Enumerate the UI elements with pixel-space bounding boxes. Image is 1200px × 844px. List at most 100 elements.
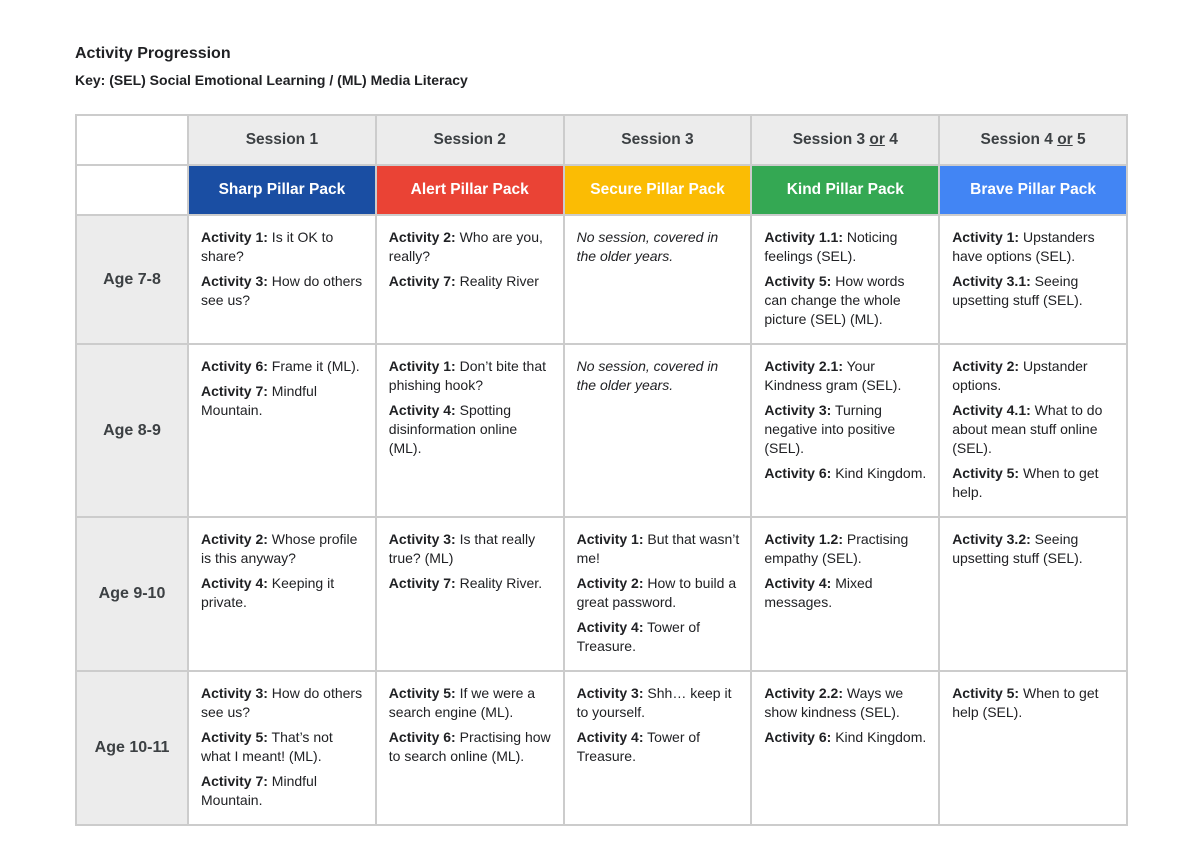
no-session-note: No session, covered in the older years. — [576, 358, 719, 393]
activity-cell: No session, covered in the older years. — [562, 343, 753, 518]
activity-item: Activity 2: How to build a great passwor… — [577, 574, 741, 612]
activity-title: Reality River. — [455, 575, 543, 591]
activity-number: Activity 2: — [952, 358, 1020, 374]
activity-number: Activity 7: — [388, 575, 456, 591]
activity-cell: Activity 6: Frame it (ML). Activity 7: Mi… — [187, 343, 377, 518]
activity-number: Activity 3: — [201, 685, 268, 701]
activity-item: Activity 5: When to get help (SEL). — [952, 684, 1116, 722]
pack-secure: Secure Pillar Pack — [562, 164, 753, 216]
activity-cell: Activity 3: How do others see us? Activit… — [187, 670, 377, 826]
activity-number: Activity 5: — [764, 273, 832, 289]
activity-number: Activity 6: — [764, 465, 832, 481]
age-label: Age 10-11 — [75, 670, 189, 826]
activity-cell: Activity 1.1: Noticing feelings (SEL). Ac… — [750, 214, 941, 345]
corner-cell — [75, 114, 189, 166]
activity-number: Activity 3: — [576, 685, 644, 701]
activity-cell: Activity 1: But that wasn’t me! Activity … — [562, 516, 753, 672]
activity-number: Activity 4: — [201, 575, 268, 591]
activity-cell: Activity 3: Is that really true? (ML) Act… — [374, 516, 565, 672]
activity-item: Activity 3.2: Seeing upsetting stuff (SE… — [952, 530, 1116, 568]
activity-cell: Activity 1.2: Practising empathy (SEL). A… — [750, 516, 941, 672]
activity-item: Activity 5: If we were a search engine (… — [389, 684, 553, 722]
legend-key: Key: (SEL) Social Emotional Learning / (… — [75, 72, 468, 88]
age-label: Age 7-8 — [75, 214, 189, 345]
activity-item: Activity 7: Reality River — [389, 272, 553, 291]
activity-item: Activity 6: Kind Kingdom. — [764, 728, 928, 747]
activity-item: Activity 1: Is it OK to share? — [201, 228, 365, 266]
session-header: Session 3 or 4 — [750, 114, 941, 166]
age-row: Age 8-9 Activity 6: Frame it (ML). Activit… — [75, 343, 1128, 518]
activity-number: Activity 6: — [764, 729, 832, 745]
activity-item: Activity 7: Mindful Mountain. — [201, 382, 365, 420]
pack-kind: Kind Pillar Pack — [750, 164, 941, 216]
activity-cell: No session, covered in the older years. — [562, 214, 753, 345]
activity-number: Activity 1: — [388, 358, 456, 374]
activity-item: Activity 2: Who are you, really? — [389, 228, 553, 266]
activity-number: Activity 3: — [201, 273, 268, 289]
activity-number: Activity 1: — [952, 229, 1020, 245]
pack-brave: Brave Pillar Pack — [938, 164, 1128, 216]
activity-number: Activity 2: — [388, 229, 456, 245]
activity-number: Activity 4: — [764, 575, 832, 591]
activity-number: Activity 2: — [201, 531, 268, 547]
activity-cell: Activity 2.2: Ways we show kindness (SEL… — [750, 670, 941, 826]
activity-title: Kind Kingdom. — [831, 465, 927, 481]
pack-alert: Alert Pillar Pack — [374, 164, 565, 216]
activity-item: Activity 2.2: Ways we show kindness (SEL… — [764, 684, 928, 722]
activity-number: Activity 1.1: — [764, 229, 843, 245]
session-header: Session 4 or 5 — [938, 114, 1128, 166]
activity-number: Activity 3: — [388, 531, 456, 547]
activity-number: Activity 6: — [388, 729, 456, 745]
activity-number: Activity 5: — [952, 685, 1020, 701]
activity-title: Frame it (ML). — [267, 358, 360, 374]
activity-cell: Activity 5: If we were a search engine (… — [374, 670, 565, 826]
activity-item: Activity 5: That’s not what I meant! (ML… — [201, 728, 365, 766]
activity-number: Activity 4: — [388, 402, 456, 418]
pillar-pack-row: Sharp Pillar Pack Alert Pillar Pack Secu… — [75, 164, 1128, 216]
activity-number: Activity 5: — [201, 729, 268, 745]
activity-number: Activity 2: — [576, 575, 644, 591]
activity-cell: Activity 1: Don’t bite that phishing hoo… — [374, 343, 565, 518]
age-label: Age 8-9 — [75, 343, 189, 518]
activity-number: Activity 7: — [388, 273, 456, 289]
activity-item: Activity 1.2: Practising empathy (SEL). — [764, 530, 928, 568]
session-header: Session 1 — [187, 114, 377, 166]
activity-item: Activity 7: Mindful Mountain. — [201, 772, 365, 810]
activity-item: Activity 3: Shh… keep it to yourself. — [577, 684, 741, 722]
no-session-note: No session, covered in the older years. — [576, 229, 719, 264]
activity-item: Activity 4: Mixed messages. — [764, 574, 928, 612]
activity-number: Activity 6: — [201, 358, 268, 374]
activity-item: Activity 2: Whose profile is this anyway… — [201, 530, 365, 568]
activity-number: Activity 3.1: — [952, 273, 1031, 289]
activity-number: Activity 1.2: — [764, 531, 843, 547]
activity-cell: Activity 1: Upstanders have options (SEL… — [938, 214, 1128, 345]
activity-item: Activity 2: Upstander options. — [952, 357, 1116, 395]
activity-number: Activity 1: — [576, 531, 644, 547]
activity-number: Activity 5: — [952, 465, 1020, 481]
activity-cell: Activity 5: When to get help (SEL). — [938, 670, 1128, 826]
activity-item: Activity 1.1: Noticing feelings (SEL). — [764, 228, 928, 266]
activity-cell: Activity 1: Is it OK to share? Activity 3… — [187, 214, 377, 345]
activity-item: Activity 4: Tower of Treasure. — [577, 728, 741, 766]
activity-title: Reality River — [455, 273, 539, 289]
age-row: Age 7-8 Activity 1: Is it OK to share? Act… — [75, 214, 1128, 345]
document-title: Activity Progression — [75, 45, 231, 62]
activity-cell: Activity 2: Whose profile is this anyway… — [187, 516, 377, 672]
session-header: Session 2 — [374, 114, 565, 166]
activity-cell: Activity 2: Who are you, really? Activity… — [374, 214, 565, 345]
activity-item: Activity 4: Keeping it private. — [201, 574, 365, 612]
activity-number: Activity 1: — [201, 229, 268, 245]
activity-progression-table: Session 1 Session 2 Session 3 Session 3 … — [75, 114, 1128, 826]
activity-number: Activity 3.2: — [952, 531, 1031, 547]
activity-number: Activity 4.1: — [952, 402, 1031, 418]
activity-item: Activity 6: Practising how to search onl… — [389, 728, 553, 766]
activity-cell: Activity 3.2: Seeing upsetting stuff (SE… — [938, 516, 1128, 672]
activity-number: Activity 2.2: — [764, 685, 843, 701]
activity-number: Activity 5: — [388, 685, 456, 701]
activity-item: Activity 5: How words can change the who… — [764, 272, 928, 329]
activity-item: Activity 2.1: Your Kindness gram (SEL). — [764, 357, 928, 395]
session-header: Session 3 — [562, 114, 753, 166]
activity-item: Activity 3.1: Seeing upsetting stuff (SE… — [952, 272, 1116, 310]
activity-item: Activity 3: How do others see us? — [201, 272, 365, 310]
activity-item: Activity 6: Frame it (ML). — [201, 357, 365, 376]
